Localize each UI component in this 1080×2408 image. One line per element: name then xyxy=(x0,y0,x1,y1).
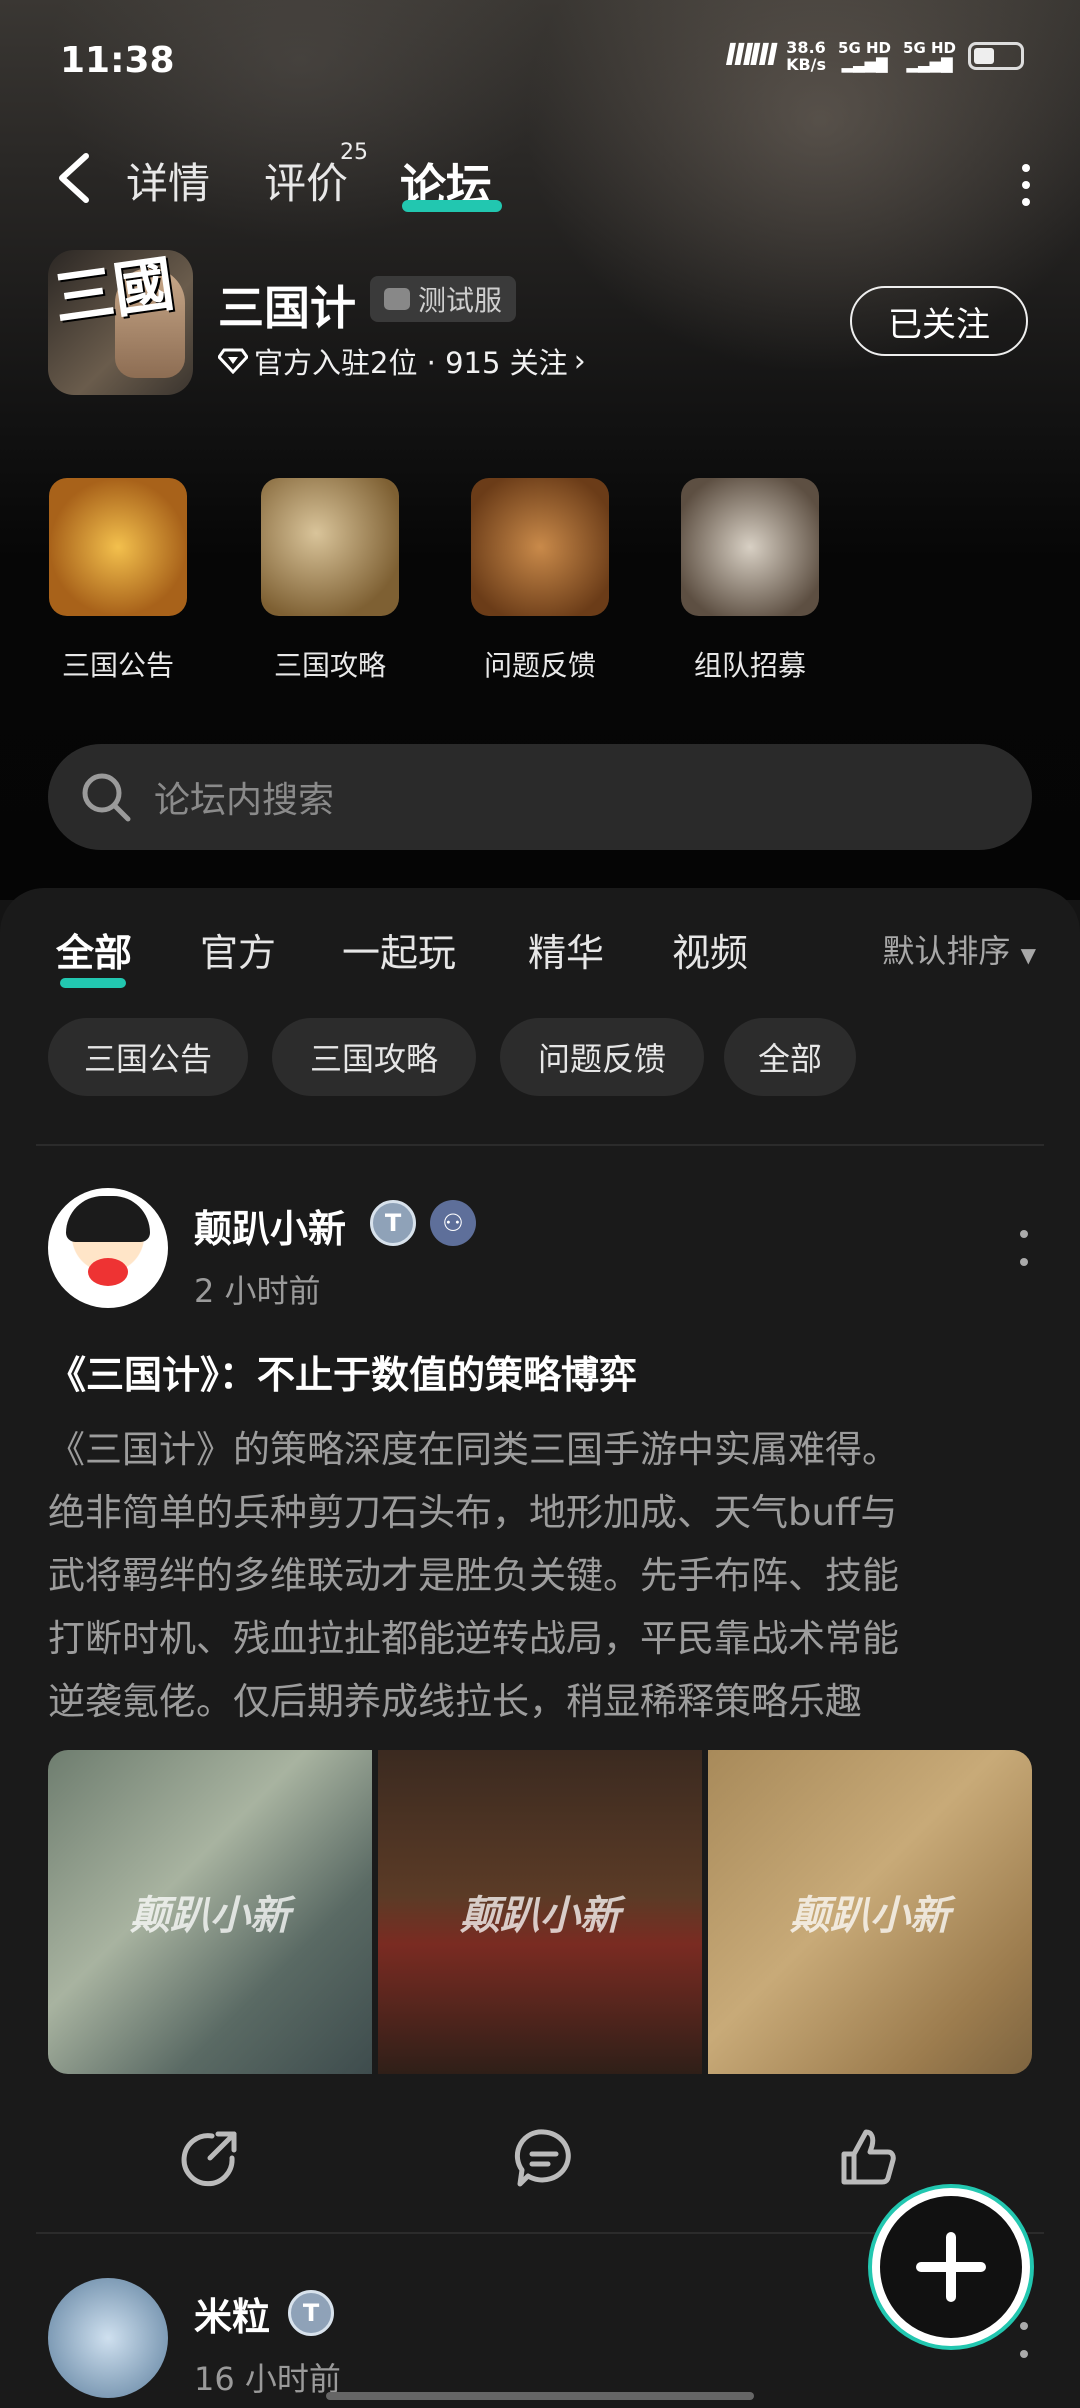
post-author[interactable]: 米粒 xyxy=(194,2286,270,2341)
signal-2-label: 5G HD xyxy=(903,38,956,57)
quick-link-label: 三国公告 xyxy=(61,649,174,682)
quick-link-team[interactable]: 组队招募 xyxy=(670,478,830,684)
post-body-line: 《三国计》的策略深度在同类三国手游中实属难得。 xyxy=(48,1428,899,1471)
test-tag-label: 测试服 xyxy=(418,284,503,317)
comment-icon[interactable] xyxy=(512,2126,576,2190)
brush-icon xyxy=(471,478,609,616)
category-chips: 三国公告 三国攻略 问题反馈 全部 xyxy=(48,1018,1048,1098)
user-level-badge-icon: T xyxy=(370,1200,416,1246)
image-watermark: 颠趴小新 xyxy=(790,1893,950,1939)
chip-announcements[interactable]: 三国公告 xyxy=(48,1018,248,1096)
forum-post[interactable]: 颠趴小新 T ⚇ 2 小时前 《三国计》：不止于数值的策略博弈 《三国计》的策略… xyxy=(0,1188,1080,2228)
test-tag-icon xyxy=(384,288,410,310)
map-icon xyxy=(261,478,399,616)
quick-link-guides[interactable]: 三国攻略 xyxy=(250,478,410,684)
image-watermark: 颠趴小新 xyxy=(130,1893,290,1939)
post-more-icon[interactable] xyxy=(1016,1228,1032,1268)
tab-reviews[interactable]: 评价 xyxy=(264,150,348,211)
avatar[interactable] xyxy=(48,2278,168,2398)
quick-link-announcements[interactable]: 三国公告 xyxy=(38,478,198,684)
chip-guides[interactable]: 三国攻略 xyxy=(272,1018,476,1096)
post-body-line: 武将羁绊的多维联动才是胜负关键。先手布阵、技能 xyxy=(48,1554,899,1597)
quick-link-label: 三国攻略 xyxy=(273,649,386,682)
filter-tabs: 全部 官方 一起玩 精华 视频 默认排序 ▼ xyxy=(56,922,1036,1002)
quick-link-label: 组队招募 xyxy=(693,649,806,682)
game-icon[interactable]: 三國 xyxy=(48,250,193,395)
post-images: 颠趴小新 颠趴小新 颠趴小新 xyxy=(48,1750,1032,2074)
more-options-icon[interactable] xyxy=(1016,160,1036,210)
post-image[interactable]: 颠趴小新 xyxy=(378,1750,702,2074)
post-title: 《三国计》：不止于数值的策略博弈 xyxy=(48,1353,638,1397)
filter-tab-official[interactable]: 官方 xyxy=(200,922,276,977)
share-icon[interactable] xyxy=(178,2126,242,2190)
post-author[interactable]: 颠趴小新 xyxy=(194,1198,346,1253)
signal-1-bars-icon: ▂▃▅▇ xyxy=(841,54,888,73)
battery-icon xyxy=(968,41,1024,70)
create-post-button[interactable] xyxy=(872,2188,1030,2346)
quick-link-label: 问题反馈 xyxy=(483,649,596,682)
tab-details[interactable]: 详情 xyxy=(126,150,210,211)
forum-search-bar[interactable]: 论坛内搜索 xyxy=(48,744,1032,850)
post-body-line: 打断时机、残血拉扯都能逆转战局，平民靠战术常能 xyxy=(48,1617,899,1660)
signal-2: 5G HD ▂▃▅▇ xyxy=(903,40,956,72)
quick-link-feedback[interactable]: 问题反馈 xyxy=(460,478,620,684)
status-bar: 11:38 ⅢⅢ 38.6 KB/s 5G HD ▂▃▅▇ 5G HD ▂▃▅▇ xyxy=(0,0,1080,130)
network-logo-icon: ⅢⅢ xyxy=(725,38,778,73)
post-image[interactable]: 颠趴小新 xyxy=(708,1750,1032,2074)
game-meta-text: 官方入驻2位 · 915 关注 xyxy=(254,346,568,380)
status-time: 11:38 xyxy=(60,40,175,81)
game-icon-calligraphy: 三國 xyxy=(49,250,179,336)
review-count-badge: 25 xyxy=(340,140,368,165)
filter-tab-featured[interactable]: 精华 xyxy=(528,922,604,977)
divider xyxy=(36,1144,1044,1146)
post-more-icon[interactable] xyxy=(1016,2320,1032,2360)
post-body-line: 绝非简单的兵种剪刀石头布，地形加成、天气buff与 xyxy=(48,1491,898,1534)
filter-tab-play-together[interactable]: 一起玩 xyxy=(342,922,456,977)
caret-down-icon: ▼ xyxy=(1020,943,1036,967)
filter-tab-all[interactable]: 全部 xyxy=(56,922,132,977)
game-meta[interactable]: 官方入驻2位 · 915 关注 › xyxy=(218,340,586,382)
speed-value: 38.6 xyxy=(786,37,826,57)
follow-button[interactable]: 已关注 xyxy=(850,286,1028,356)
post-time: 16 小时前 xyxy=(194,2360,341,2398)
speed-unit: KB/s xyxy=(786,54,827,74)
post-time: 2 小时前 xyxy=(194,1272,321,1310)
chevron-right-icon: › xyxy=(573,343,586,379)
scroll-icon xyxy=(49,478,187,616)
sort-label: 默认排序 xyxy=(882,932,1011,970)
back-arrow-icon[interactable] xyxy=(48,148,108,208)
user-level-badge-icon: T xyxy=(288,2290,334,2336)
signal-1-label: 5G HD xyxy=(838,38,892,57)
home-indicator[interactable] xyxy=(326,2392,754,2400)
sort-dropdown[interactable]: 默认排序 ▼ xyxy=(882,926,1036,972)
top-nav: 详情 评价 25 论坛 xyxy=(0,140,1080,230)
chip-all[interactable]: 全部 xyxy=(724,1018,856,1096)
avatar[interactable] xyxy=(48,1188,168,1308)
diamond-icon xyxy=(218,348,248,374)
tab-forum-indicator xyxy=(402,200,502,212)
plus-icon xyxy=(916,2232,986,2302)
post-image[interactable]: 颠趴小新 xyxy=(48,1750,372,2074)
post-body-line: 逆袭氪佬。仅后期养成线拉长，稍显稀释策略乐趣 xyxy=(48,1680,862,1723)
game-title: 三国计 xyxy=(218,281,356,335)
search-icon xyxy=(82,773,131,822)
filter-tab-video[interactable]: 视频 xyxy=(672,922,748,977)
like-icon[interactable] xyxy=(836,2126,900,2190)
network-speed: 38.6 KB/s xyxy=(786,39,826,73)
post-body: 《三国计》的策略深度在同类三国手游中实属难得。 绝非简单的兵种剪刀石头布，地形加… xyxy=(48,1418,1038,1733)
test-server-tag: 测试服 xyxy=(370,276,517,322)
filter-tab-indicator xyxy=(60,978,126,988)
chip-feedback[interactable]: 问题反馈 xyxy=(500,1018,704,1096)
signal-2-bars-icon: ▂▃▅▇ xyxy=(906,54,953,73)
gamepad-badge-icon: ⚇ xyxy=(430,1200,476,1246)
quick-links: 三国公告 三国攻略 问题反馈 组队招募 xyxy=(0,478,1080,698)
weapons-icon xyxy=(681,478,819,616)
status-icons: ⅢⅢ 38.6 KB/s 5G HD ▂▃▅▇ 5G HD ▂▃▅▇ xyxy=(725,38,1024,73)
search-placeholder: 论坛内搜索 xyxy=(154,780,335,821)
signal-1: 5G HD ▂▃▅▇ xyxy=(838,40,891,72)
image-watermark: 颠趴小新 xyxy=(460,1893,620,1939)
game-info: 三國 三国计 测试服 官方入驻2位 · 915 关注 › 已关注 xyxy=(48,250,1038,400)
